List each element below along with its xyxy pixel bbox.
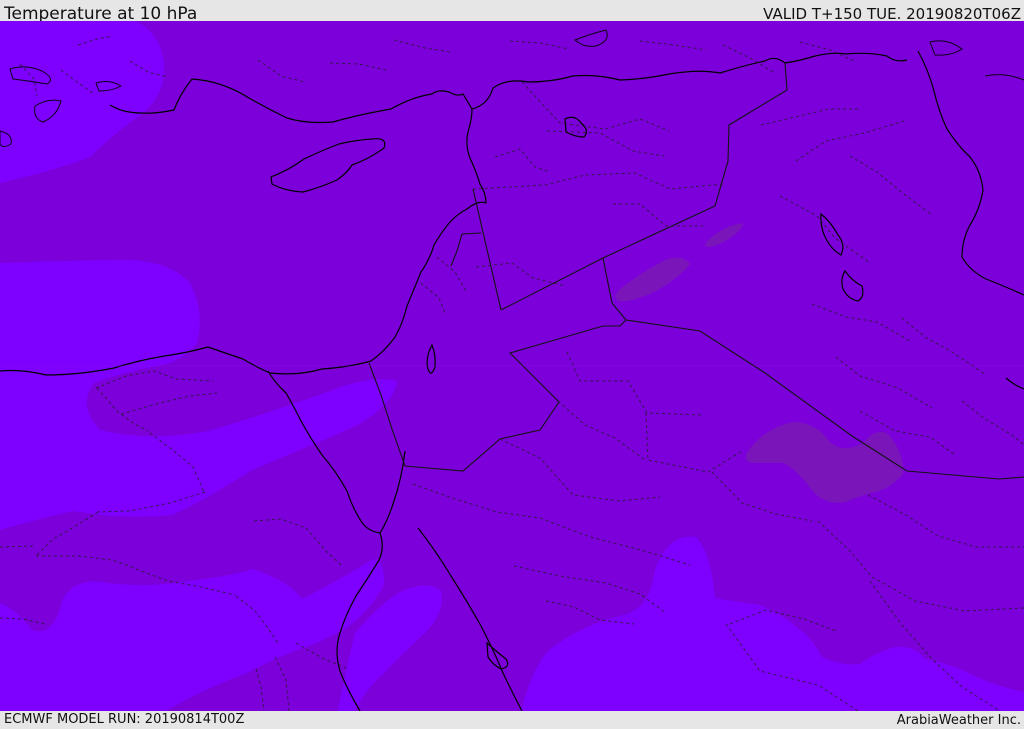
temperature-map xyxy=(0,21,1024,711)
model-run-label: ECMWF MODEL RUN: 20190814T00Z xyxy=(4,712,245,727)
weather-map-frame: Temperature at 10 hPa VALID T+150 TUE. 2… xyxy=(0,0,1024,729)
temperature-map-svg xyxy=(0,21,1024,711)
map-footer: ECMWF MODEL RUN: 20190814T00Z ArabiaWeat… xyxy=(0,711,1024,729)
map-header: Temperature at 10 hPa VALID T+150 TUE. 2… xyxy=(0,0,1024,24)
provider-label: ArabiaWeather Inc. xyxy=(896,713,1021,728)
